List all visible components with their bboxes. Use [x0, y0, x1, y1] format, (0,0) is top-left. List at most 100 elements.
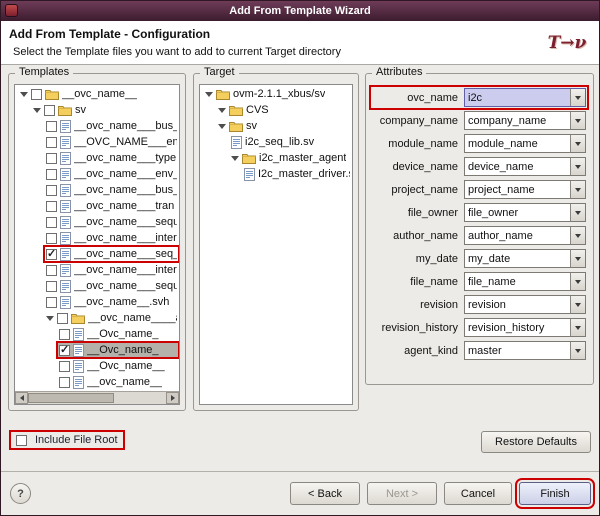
tree-item-checkbox[interactable] [46, 281, 57, 292]
tree-item[interactable]: __ovc_name____ag [15, 310, 179, 326]
scrollbar-thumb[interactable] [28, 393, 114, 403]
attribute-combo[interactable]: i2c [464, 88, 586, 107]
tree-item[interactable]: __ovc_name___inter [15, 230, 179, 246]
expander-icon[interactable] [44, 316, 55, 321]
tree-item-content[interactable]: __ovc_name___sequ [44, 278, 179, 294]
tree-item-checkbox[interactable] [46, 217, 57, 228]
tree-item[interactable]: i2c_seq_lib.sv [200, 134, 352, 150]
tree-item-content[interactable]: sv [227, 118, 352, 134]
tree-item-checkbox[interactable] [59, 329, 70, 340]
tree-item-content[interactable]: __ovc_name___tran [44, 198, 179, 214]
tree-item-content[interactable]: __ovc_name____ag [55, 310, 179, 326]
tree-item-content[interactable]: CVS [227, 102, 352, 118]
tree-item[interactable]: sv [200, 118, 352, 134]
scrollbar-track[interactable] [28, 392, 166, 404]
tree-item-content[interactable]: sv [42, 102, 179, 118]
tree-item[interactable]: __ovc_name__ [15, 374, 179, 390]
tree-item-content[interactable]: __Ovc_name_ [57, 326, 179, 342]
tree-item[interactable]: __ovc_name___bus_ [15, 118, 179, 134]
tree-item-content[interactable]: i2c_seq_lib.sv [229, 134, 352, 150]
chevron-down-icon[interactable] [570, 158, 585, 175]
scroll-left-icon[interactable] [15, 392, 28, 404]
tree-item-content[interactable]: __ovc_name___bus_ [44, 182, 179, 198]
attribute-combo[interactable]: device_name [464, 157, 586, 176]
chevron-down-icon[interactable] [570, 227, 585, 244]
back-button[interactable]: < Back [290, 482, 360, 505]
tree-item[interactable]: __ovc_name___seq_ [15, 246, 179, 262]
tree-item-content[interactable]: __ovc_name__ [57, 374, 179, 390]
tree-item-content[interactable]: __OVC_NAME___env [44, 134, 179, 150]
tree-item-checkbox[interactable] [44, 105, 55, 116]
tree-item-checkbox[interactable] [46, 137, 57, 148]
chevron-down-icon[interactable] [570, 250, 585, 267]
tree-item[interactable]: CVS [200, 102, 352, 118]
attribute-combo[interactable]: company_name [464, 111, 586, 130]
chevron-down-icon[interactable] [570, 135, 585, 152]
include-file-root-option[interactable]: Include File Root [11, 432, 123, 448]
next-button[interactable]: Next > [367, 482, 437, 505]
restore-defaults-button[interactable]: Restore Defaults [481, 431, 591, 453]
cancel-button[interactable]: Cancel [444, 482, 512, 505]
chevron-down-icon[interactable] [570, 181, 585, 198]
expander-icon[interactable] [229, 156, 240, 161]
chevron-down-icon[interactable] [570, 342, 585, 359]
attribute-combo[interactable]: author_name [464, 226, 586, 245]
attribute-combo[interactable]: project_name [464, 180, 586, 199]
tree-item[interactable]: i2c_master_agent [200, 150, 352, 166]
attribute-combo[interactable]: revision [464, 295, 586, 314]
tree-item-checkbox[interactable] [46, 297, 57, 308]
tree-item-content[interactable]: __ovc_name___type [44, 150, 179, 166]
tree-item-content[interactable]: __Ovc_name_ [57, 342, 179, 358]
tree-item-checkbox[interactable] [31, 89, 42, 100]
tree-item-content[interactable]: __ovc_name___inter [44, 230, 179, 246]
tree-item-content[interactable]: __ovc_name___sequ [44, 214, 179, 230]
tree-item[interactable]: __ovc_name___bus_ [15, 182, 179, 198]
titlebar[interactable]: Add From Template Wizard [1, 1, 599, 21]
expander-icon[interactable] [31, 108, 42, 113]
expander-icon[interactable] [216, 124, 227, 129]
tree-item-content[interactable]: __ovc_name___bus_ [44, 118, 179, 134]
attribute-combo[interactable]: my_date [464, 249, 586, 268]
tree-item-checkbox[interactable] [46, 233, 57, 244]
tree-item[interactable]: __ovc_name__.svh [15, 294, 179, 310]
attribute-combo[interactable]: file_owner [464, 203, 586, 222]
include-file-root-checkbox[interactable] [16, 435, 27, 446]
horizontal-scrollbar[interactable] [15, 391, 179, 404]
attribute-combo[interactable]: module_name [464, 134, 586, 153]
templates-tree[interactable]: __ovc_name__sv__ovc_name___bus___OVC_NAM… [14, 84, 180, 405]
tree-item-checkbox[interactable] [46, 249, 57, 260]
tree-item-content[interactable]: __ovc_name___env_ [44, 166, 179, 182]
tree-item[interactable]: __ovc_name___sequ [15, 214, 179, 230]
finish-button[interactable]: Finish [519, 482, 591, 505]
expander-icon[interactable] [203, 92, 214, 97]
tree-item-checkbox[interactable] [46, 121, 57, 132]
tree-item-content[interactable]: I2c_master_driver.sv [242, 166, 352, 182]
tree-item[interactable]: __OVC_NAME___env [15, 134, 179, 150]
tree-item[interactable]: __Ovc_name_ [15, 342, 179, 358]
expander-icon[interactable] [18, 92, 29, 97]
tree-item-checkbox[interactable] [46, 201, 57, 212]
chevron-down-icon[interactable] [570, 89, 585, 106]
target-tree[interactable]: ovm-2.1.1_xbus/svCVSsvi2c_seq_lib.svi2c_… [199, 84, 353, 405]
tree-item-content[interactable]: __ovc_name__ [29, 86, 179, 102]
tree-item[interactable]: __ovc_name___env_ [15, 166, 179, 182]
tree-item-content[interactable]: i2c_master_agent [240, 150, 352, 166]
chevron-down-icon[interactable] [570, 319, 585, 336]
tree-item-content[interactable]: __Ovc_name__ [57, 358, 179, 374]
tree-item-content[interactable]: __ovc_name___inter [44, 262, 179, 278]
tree-item[interactable]: __ovc_name___tran [15, 198, 179, 214]
tree-item[interactable]: sv [15, 102, 179, 118]
tree-item[interactable]: __ovc_name___type [15, 150, 179, 166]
tree-item-content[interactable]: ovm-2.1.1_xbus/sv [214, 86, 352, 102]
tree-item-checkbox[interactable] [46, 153, 57, 164]
tree-item[interactable]: ovm-2.1.1_xbus/sv [200, 86, 352, 102]
chevron-down-icon[interactable] [570, 112, 585, 129]
tree-item-content[interactable]: __ovc_name__.svh [44, 294, 179, 310]
tree-item-checkbox[interactable] [46, 185, 57, 196]
chevron-down-icon[interactable] [570, 204, 585, 221]
tree-item-checkbox[interactable] [46, 265, 57, 276]
attribute-combo[interactable]: revision_history [464, 318, 586, 337]
tree-item[interactable]: __Ovc_name__ [15, 358, 179, 374]
tree-item-checkbox[interactable] [59, 361, 70, 372]
help-button[interactable]: ? [10, 483, 31, 504]
